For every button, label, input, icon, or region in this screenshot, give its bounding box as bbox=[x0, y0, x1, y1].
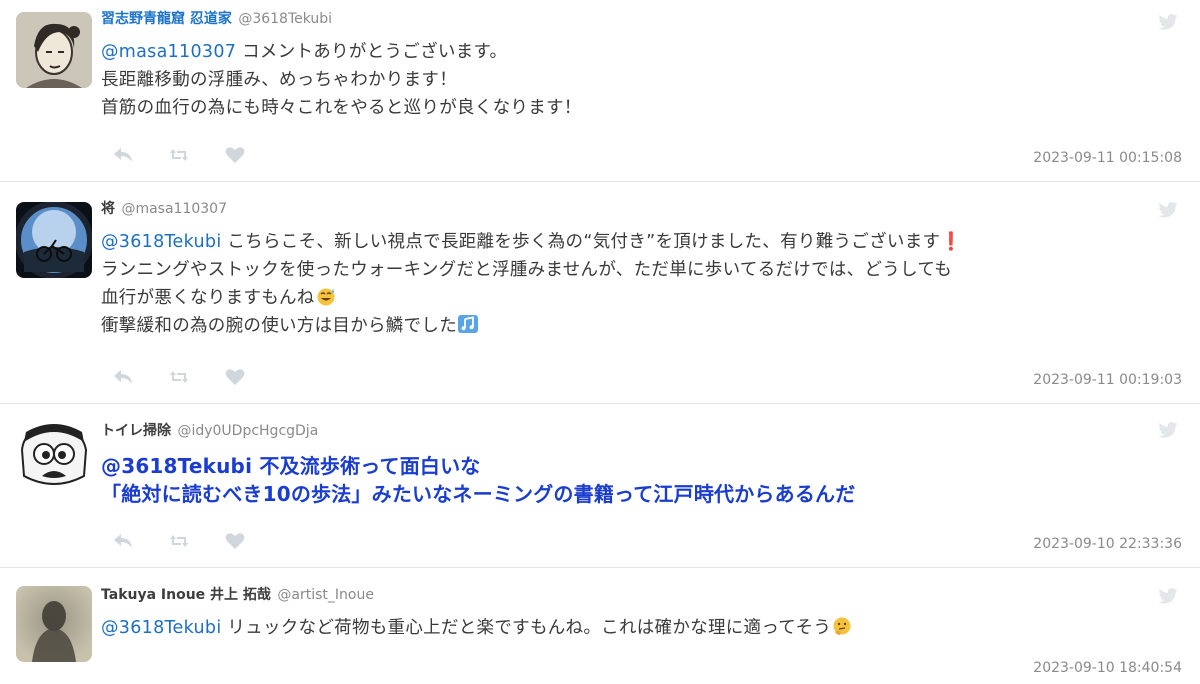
mention-link[interactable]: @3618Tekubi bbox=[101, 232, 221, 252]
tweet-text: @3618Tekubi リュックなど荷物も重心上だと楽ですもんね。これは確かな理… bbox=[101, 614, 1182, 642]
exclamation-emoji-icon: ❗ bbox=[940, 232, 963, 252]
tweet-text-line: ランニングやストックを使ったウォーキングだと浮腫みませんが、ただ単に歩いてるだけ… bbox=[101, 260, 953, 280]
avatar[interactable] bbox=[16, 202, 92, 278]
like-icon[interactable] bbox=[224, 532, 246, 550]
author-name[interactable]: 習志野青龍窟 忍道家 bbox=[101, 11, 232, 27]
avatar[interactable] bbox=[16, 420, 92, 496]
tweet-text-line: 長距離移動の浮腫み、めっちゃわかります！ bbox=[101, 70, 457, 90]
tweet-text-line: コメントありがとうございます。 bbox=[242, 42, 508, 62]
author-handle[interactable]: @3618Tekubi bbox=[238, 11, 332, 27]
tweet-card: 習志野青龍窟 忍道家 @3618Tekubi @masa110307 コメントあ… bbox=[0, 0, 1200, 182]
mention-link[interactable]: @3618Tekubi bbox=[101, 454, 252, 478]
tweet-text: @masa110307 コメントありがとうございます。 長距離移動の浮腫み、めっ… bbox=[101, 38, 1182, 122]
tweet-text: @3618Tekubi 不及流歩術って面白いな 「絶対に読むべき10の歩法」みた… bbox=[101, 452, 1182, 508]
music-note-emoji-icon bbox=[457, 315, 479, 336]
author-name[interactable]: トイレ掃除 bbox=[101, 423, 171, 439]
tweet-timestamp[interactable]: 2023-09-10 18:40:54 bbox=[1033, 660, 1182, 676]
reply-icon[interactable] bbox=[112, 146, 134, 164]
author-handle[interactable]: @idy0UDpcHgcgDja bbox=[177, 423, 318, 439]
avatar[interactable] bbox=[16, 586, 92, 662]
author-handle[interactable]: @artist_Inoue bbox=[277, 587, 374, 603]
tweet-timestamp[interactable]: 2023-09-11 00:15:08 bbox=[1033, 150, 1182, 166]
tweet-timestamp[interactable]: 2023-09-10 22:33:36 bbox=[1033, 536, 1182, 552]
author-name[interactable]: Takuya Inoue 井上 拓哉 bbox=[101, 587, 271, 603]
avatar[interactable] bbox=[16, 12, 92, 88]
sweat-smile-emoji-icon bbox=[315, 288, 337, 308]
like-icon[interactable] bbox=[224, 368, 246, 386]
retweet-icon[interactable] bbox=[168, 146, 190, 164]
tweet-text-line: 「絶対に読むべき10の歩法」みたいなネーミングの書籍って江戸時代からあるんだ bbox=[101, 482, 856, 506]
thinking-face-emoji-icon bbox=[831, 617, 853, 638]
twitter-bird-icon[interactable] bbox=[1158, 588, 1178, 608]
tweet-card: トイレ掃除 @idy0UDpcHgcgDja @3618Tekubi 不及流歩術… bbox=[0, 404, 1200, 568]
tweet-text-line: リュックなど荷物も重心上だと楽ですもんね。これは確かな理に適ってそう bbox=[227, 618, 832, 638]
tweet-text-line: 不及流歩術って面白いな bbox=[259, 454, 481, 478]
retweet-icon[interactable] bbox=[168, 368, 190, 386]
tweet-text-line: 血行が悪くなりますもんね bbox=[101, 288, 315, 308]
twitter-bird-icon[interactable] bbox=[1158, 202, 1178, 222]
like-icon[interactable] bbox=[224, 146, 246, 164]
tweet-card: 将 @masa110307 @3618Tekubi こちらこそ、新しい視点で長距… bbox=[0, 182, 1200, 404]
tweet-card: Takuya Inoue 井上 拓哉 @artist_Inoue @3618Te… bbox=[0, 568, 1200, 684]
tweet-text-line: こちらこそ、新しい視点で長距離を歩く為の“気付き”を頂けました、有り難うございま… bbox=[227, 232, 941, 252]
author-handle[interactable]: @masa110307 bbox=[121, 201, 227, 217]
twitter-bird-icon[interactable] bbox=[1158, 14, 1178, 34]
author-name[interactable]: 将 bbox=[101, 201, 115, 217]
mention-link[interactable]: @masa110307 bbox=[101, 42, 236, 62]
tweet-text-line: 衝撃緩和の為の腕の使い方は目から鱗でした bbox=[101, 316, 457, 336]
twitter-bird-icon[interactable] bbox=[1158, 422, 1178, 442]
mention-link[interactable]: @3618Tekubi bbox=[101, 618, 221, 638]
tweet-text: @3618Tekubi こちらこそ、新しい視点で長距離を歩く為の“気付き”を頂け… bbox=[101, 228, 1182, 340]
tweet-timestamp[interactable]: 2023-09-11 00:19:03 bbox=[1033, 372, 1182, 388]
reply-icon[interactable] bbox=[112, 532, 134, 550]
reply-icon[interactable] bbox=[112, 368, 134, 386]
tweet-text-line: 首筋の血行の為にも時々これをやると巡りが良くなります！ bbox=[101, 98, 582, 118]
retweet-icon[interactable] bbox=[168, 532, 190, 550]
